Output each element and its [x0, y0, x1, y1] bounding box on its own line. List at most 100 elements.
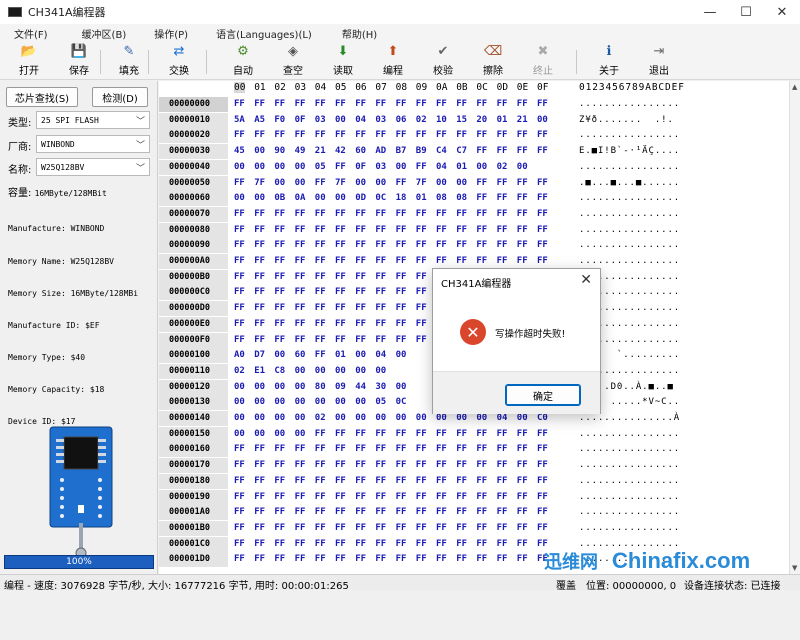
hex-byte[interactable]: FF: [456, 458, 467, 473]
hex-byte[interactable]: FF: [537, 191, 548, 206]
hex-byte[interactable]: FF: [375, 537, 386, 552]
hex-byte[interactable]: 0F: [355, 160, 366, 175]
hex-byte[interactable]: 30: [375, 380, 386, 395]
hex-byte[interactable]: 00: [254, 427, 265, 442]
hex-byte[interactable]: FF: [274, 97, 285, 112]
hex-byte[interactable]: FF: [396, 427, 407, 442]
hex-byte[interactable]: FF: [396, 505, 407, 520]
hex-byte[interactable]: 00: [254, 380, 265, 395]
hex-byte[interactable]: 5A: [234, 113, 245, 128]
hex-byte[interactable]: FF: [497, 427, 508, 442]
hex-byte[interactable]: FF: [234, 128, 245, 143]
hex-byte[interactable]: FF: [517, 427, 528, 442]
hex-byte[interactable]: FF: [335, 254, 346, 269]
hex-byte[interactable]: 7F: [335, 176, 346, 191]
hex-byte[interactable]: FF: [355, 552, 366, 567]
hex-byte[interactable]: FF: [436, 442, 447, 457]
hex-byte[interactable]: FF: [274, 128, 285, 143]
hex-byte[interactable]: FF: [234, 537, 245, 552]
hex-byte[interactable]: 00: [396, 348, 407, 363]
hex-byte[interactable]: FF: [476, 191, 487, 206]
toolbar-open-folder-button[interactable]: 📂 打开: [6, 44, 52, 78]
hex-byte[interactable]: FF: [476, 238, 487, 253]
hex-byte[interactable]: FF: [517, 223, 528, 238]
hex-byte[interactable]: FF: [537, 223, 548, 238]
chip-search-button[interactable]: 芯片查找(S): [6, 87, 78, 107]
hex-byte[interactable]: 7F: [254, 176, 265, 191]
hex-byte[interactable]: FF: [497, 505, 508, 520]
hex-byte[interactable]: 00: [234, 380, 245, 395]
hex-byte[interactable]: FF: [375, 254, 386, 269]
hex-byte[interactable]: FF: [234, 301, 245, 316]
hex-byte[interactable]: FF: [234, 270, 245, 285]
hex-byte[interactable]: FF: [315, 254, 326, 269]
hex-byte[interactable]: FF: [335, 333, 346, 348]
hex-row[interactable]: 00000000 FF FF FF FF FF FF FF FF FF FF FF FF FF FF FF FF…: [159, 97, 789, 113]
hex-byte[interactable]: FF: [497, 207, 508, 222]
toolbar-blank-check-button[interactable]: ◈ 查空: [270, 44, 316, 78]
hex-byte[interactable]: E1: [254, 364, 265, 379]
hex-byte[interactable]: FF: [456, 223, 467, 238]
hex-row[interactable]: 00000180 FF FF FF FF FF FF FF FF FF FF FF FF FF FF FF FF…: [159, 473, 789, 490]
hex-byte[interactable]: FF: [497, 552, 508, 567]
hex-byte[interactable]: FF: [274, 537, 285, 552]
hex-byte[interactable]: FF: [497, 254, 508, 269]
hex-byte[interactable]: 01: [456, 160, 467, 175]
hex-byte[interactable]: FF: [456, 254, 467, 269]
hex-byte[interactable]: 00: [274, 427, 285, 442]
hex-row[interactable]: 000001A0 FF FF FF FF FF FF FF FF FF FF FF FF FF FF FF FF…: [159, 505, 789, 521]
hex-byte[interactable]: FF: [436, 238, 447, 253]
hex-byte[interactable]: FF: [234, 254, 245, 269]
hex-byte[interactable]: FF: [335, 490, 346, 505]
hex-byte[interactable]: FF: [396, 97, 407, 112]
hex-byte[interactable]: FF: [476, 223, 487, 238]
hex-row[interactable]: 00000070 FF FF FF FF FF FF FF FF FF FF FF FF FF FF FF FF…: [159, 206, 789, 223]
hex-byte[interactable]: FF: [234, 505, 245, 520]
hex-byte[interactable]: FF: [335, 207, 346, 222]
hex-byte[interactable]: FF: [456, 537, 467, 552]
hex-byte[interactable]: FF: [416, 238, 427, 253]
hex-byte[interactable]: FF: [456, 474, 467, 489]
hex-byte[interactable]: FF: [416, 270, 427, 285]
menu-file[interactable]: 文件(F): [14, 26, 48, 41]
hex-byte[interactable]: 0A: [295, 191, 306, 206]
hex-byte[interactable]: FF: [234, 442, 245, 457]
hex-byte[interactable]: FF: [375, 521, 386, 536]
toolbar-exit-door-button[interactable]: ⇥ 退出: [636, 44, 682, 78]
vendor-select[interactable]: WINBOND ﹀: [36, 135, 150, 153]
hex-byte[interactable]: FF: [456, 490, 467, 505]
hex-byte[interactable]: 00: [335, 364, 346, 379]
hex-byte[interactable]: 03: [375, 160, 386, 175]
hex-byte[interactable]: FF: [295, 223, 306, 238]
hex-byte[interactable]: FF: [476, 521, 487, 536]
hex-byte[interactable]: 90: [274, 144, 285, 159]
hex-byte[interactable]: 00: [537, 113, 548, 128]
hex-byte[interactable]: FF: [436, 207, 447, 222]
hex-byte[interactable]: 00: [234, 427, 245, 442]
hex-row[interactable]: 00000160 FF FF FF FF FF FF FF FF FF FF FF FF FF FF FF FF…: [159, 442, 789, 458]
hex-byte[interactable]: FF: [497, 474, 508, 489]
hex-byte[interactable]: FF: [315, 128, 326, 143]
hex-byte[interactable]: FF: [375, 505, 386, 520]
hex-byte[interactable]: FF: [456, 505, 467, 520]
hex-row[interactable]: 00000150 00 00 00 00 FF FF FF FF FF FF FF FF FF FF FF FF…: [159, 426, 789, 443]
hex-byte[interactable]: 02: [416, 113, 427, 128]
hex-byte[interactable]: 0B: [274, 191, 285, 206]
hex-byte[interactable]: FF: [234, 317, 245, 332]
hex-byte[interactable]: FF: [537, 128, 548, 143]
hex-byte[interactable]: FF: [436, 458, 447, 473]
hex-byte[interactable]: FF: [375, 238, 386, 253]
hex-byte[interactable]: FF: [335, 238, 346, 253]
hex-byte[interactable]: FF: [375, 317, 386, 332]
hex-byte[interactable]: 00: [335, 113, 346, 128]
hex-byte[interactable]: 00: [254, 144, 265, 159]
hex-byte[interactable]: FF: [335, 97, 346, 112]
hex-byte[interactable]: FF: [254, 474, 265, 489]
hex-byte[interactable]: 00: [254, 191, 265, 206]
hex-byte[interactable]: 00: [234, 160, 245, 175]
hex-byte[interactable]: FF: [355, 270, 366, 285]
hex-byte[interactable]: 15: [456, 113, 467, 128]
hex-byte[interactable]: 00: [335, 395, 346, 410]
hex-byte[interactable]: FF: [416, 317, 427, 332]
hex-byte[interactable]: 45: [234, 144, 245, 159]
